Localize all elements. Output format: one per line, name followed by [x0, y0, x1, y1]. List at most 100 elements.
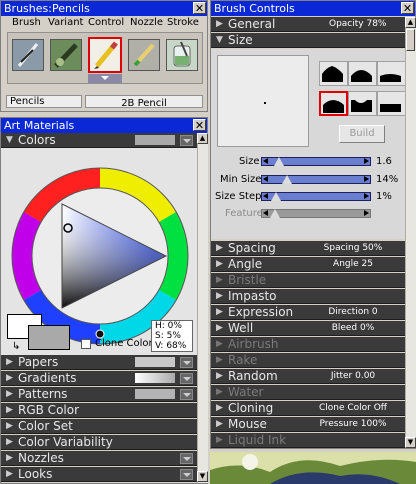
section-general[interactable]: ▶ General Opacity 78% — [211, 17, 405, 32]
section-label: Airbrush — [228, 337, 279, 351]
menu-stroke[interactable]: Stroke — [167, 17, 199, 28]
section-mouse[interactable]: ▶ Mouse Pressure 100% — [211, 417, 405, 432]
scroll-up-icon[interactable]: ▲ — [405, 17, 416, 28]
dab-shape-3-icon[interactable] — [377, 61, 406, 86]
oil-brush-icon[interactable] — [50, 39, 82, 71]
section-cloning[interactable]: ▶ Cloning Clone Color Off — [211, 401, 405, 416]
slider-left-arrow-icon[interactable] — [263, 210, 268, 216]
dab-shape-5-icon[interactable] — [348, 91, 377, 116]
section-patterns[interactable]: ▶ Patterns — [1, 387, 197, 402]
variant-field[interactable]: 2B Pencil — [85, 95, 203, 109]
chevron-down-icon[interactable] — [180, 389, 193, 400]
build-label: Build — [349, 128, 375, 139]
min-size-slider[interactable] — [261, 175, 371, 184]
section-color-set[interactable]: ▶ Color Set — [1, 419, 197, 434]
chevron-down-icon[interactable] — [180, 135, 193, 146]
brushes-palette: Brushes:Pencils ✕ Brush Variant Control … — [0, 0, 208, 112]
airbrush-icon[interactable] — [12, 39, 44, 71]
section-angle[interactable]: ▶ Angle Angle 25 — [211, 257, 405, 272]
slider-right-arrow-icon[interactable] — [364, 210, 369, 216]
min-size-slider-label: Min Size — [220, 174, 262, 185]
slider-right-arrow-icon[interactable] — [364, 176, 369, 182]
build-button[interactable]: Build — [339, 125, 385, 143]
slider-left-arrow-icon[interactable] — [263, 176, 268, 182]
collapsed-triangle-icon: ▶ — [216, 275, 223, 285]
section-expression[interactable]: ▶ Expression Direction 0 — [211, 305, 405, 320]
section-looks[interactable]: ▶ Looks — [1, 467, 197, 482]
size-slider[interactable] — [261, 157, 371, 166]
section-label: Patterns — [18, 387, 68, 401]
chevron-down-icon[interactable] — [180, 469, 193, 480]
value-value: V: 68% — [155, 341, 187, 351]
colors-header[interactable]: ▼ Colors — [1, 133, 197, 148]
clone-color-checkbox[interactable] — [81, 339, 91, 349]
chevron-down-icon[interactable] — [180, 357, 193, 368]
section-water[interactable]: ▶ Water — [211, 385, 405, 400]
section-nozzles[interactable]: ▶ Nozzles — [1, 451, 197, 466]
section-label: Gradients — [18, 371, 77, 385]
section-well[interactable]: ▶ Well Bleed 0% — [211, 321, 405, 336]
menu-brush[interactable]: Brush — [12, 17, 41, 28]
menu-variant[interactable]: Variant — [48, 17, 83, 28]
section-papers[interactable]: ▶ Papers — [1, 355, 197, 370]
collapsed-triangle-icon: ▶ — [6, 421, 13, 431]
size-step-value: 1% — [376, 191, 392, 202]
dab-shape-4-icon[interactable] — [319, 91, 348, 116]
brush-drawer-toggle[interactable] — [88, 74, 122, 83]
dab-shape-6-icon[interactable] — [377, 91, 406, 116]
slider-thumb-icon[interactable] — [274, 157, 285, 166]
dab-shape-2-icon[interactable] — [348, 61, 377, 86]
slider-left-arrow-icon[interactable] — [263, 193, 268, 199]
scroll-thumb[interactable] — [406, 29, 415, 51]
size-value: 1.6 — [376, 156, 392, 167]
section-rake[interactable]: ▶ Rake — [211, 353, 405, 368]
slider-thumb-icon[interactable] — [270, 192, 281, 201]
scroll-down-icon[interactable]: ▼ — [197, 471, 208, 482]
brush-menu-bar: Brush Variant Control Nozzle Stroke — [1, 17, 207, 30]
section-liquid-ink[interactable]: ▶ Liquid Ink — [211, 433, 405, 448]
swap-colors-icon[interactable]: ↳ — [12, 341, 20, 352]
section-gradients[interactable]: ▶ Gradients — [1, 371, 197, 386]
brush-controls-scrollbar[interactable] — [405, 17, 416, 448]
menu-nozzle[interactable]: Nozzle — [130, 17, 163, 28]
chevron-down-icon[interactable] — [180, 373, 193, 384]
section-airbrush[interactable]: ▶ Airbrush — [211, 337, 405, 352]
size-step-slider[interactable] — [261, 192, 371, 201]
brushes-title: Brushes:Pencils — [1, 1, 207, 16]
art-materials-scrollbar[interactable] — [197, 133, 208, 483]
slider-right-arrow-icon[interactable] — [364, 193, 369, 199]
collapsed-triangle-icon: ▶ — [216, 403, 223, 413]
slider-left-arrow-icon[interactable] — [263, 158, 268, 164]
dab-shape-1-icon[interactable] — [319, 61, 348, 86]
close-icon[interactable]: ✕ — [193, 2, 206, 14]
chalk-icon[interactable] — [128, 39, 160, 71]
section-impasto[interactable]: ▶ Impasto — [211, 289, 405, 304]
hue-value: H: 0% — [155, 321, 182, 331]
watercolor-icon[interactable] — [166, 39, 198, 71]
section-color-variability[interactable]: ▶ Color Variability — [1, 435, 197, 450]
collapsed-triangle-icon: ▶ — [6, 453, 13, 463]
feature-slider[interactable] — [261, 209, 371, 218]
scroll-down-icon[interactable]: ▼ — [405, 437, 416, 448]
close-icon[interactable]: ✕ — [401, 2, 414, 14]
collapsed-triangle-icon: ▶ — [6, 373, 13, 383]
section-spacing[interactable]: ▶ Spacing Spacing 50% — [211, 241, 405, 256]
chevron-down-icon[interactable] — [180, 453, 193, 464]
slider-thumb-icon[interactable] — [270, 209, 280, 218]
collapsed-triangle-icon: ▶ — [216, 387, 223, 397]
menu-control[interactable]: Control — [88, 17, 124, 28]
section-random[interactable]: ▶ Random Jitter 0.00 — [211, 369, 405, 384]
secondary-color-swatch[interactable] — [28, 325, 70, 350]
section-rgb-color[interactable]: ▶ RGB Color — [1, 403, 197, 418]
slider-right-arrow-icon[interactable] — [364, 158, 369, 164]
art-materials-palette: Art Materials ✕ ▼ Colors ↳ Clone Color H… — [0, 117, 208, 484]
close-icon[interactable]: ✕ — [193, 119, 206, 131]
pencils-category-field[interactable]: Pencils — [6, 95, 82, 108]
section-bristle[interactable]: ▶ Bristle — [211, 273, 405, 288]
gradient-preview — [135, 373, 175, 383]
collapsed-triangle-icon: ▶ — [6, 357, 13, 367]
slider-thumb-icon[interactable] — [281, 175, 292, 184]
pencil-icon[interactable] — [88, 37, 122, 73]
scroll-up-icon[interactable]: ▲ — [197, 133, 208, 144]
section-size[interactable]: ▼ Size — [211, 33, 405, 48]
